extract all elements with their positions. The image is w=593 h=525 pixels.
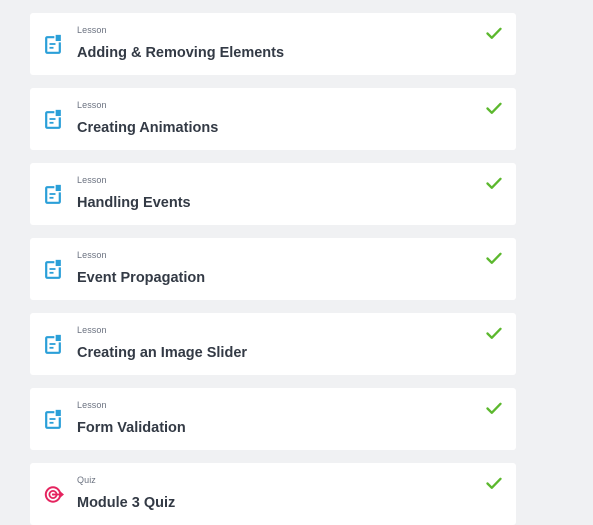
lesson-document-icon [44,108,64,130]
lesson-item-creating-image-slider[interactable]: Lesson Creating an Image Slider [30,313,516,375]
check-icon [486,252,502,265]
lesson-item-handling-events[interactable]: Lesson Handling Events [30,163,516,225]
item-title: Form Validation [77,420,186,436]
lesson-item-adding-removing-elements[interactable]: Lesson Adding & Removing Elements [30,13,516,75]
lesson-item-creating-animations[interactable]: Lesson Creating Animations [30,88,516,150]
lesson-document-icon [44,333,64,355]
item-title: Event Propagation [77,270,206,286]
check-icon [486,327,502,340]
lesson-document-icon [44,33,64,55]
lesson-item-event-propagation[interactable]: Lesson Event Propagation [30,238,516,300]
item-title: Handling Events [77,195,191,211]
item-title: Module 3 Quiz [77,495,176,511]
item-type-label: Lesson [77,175,107,185]
lesson-document-icon [44,258,64,280]
check-icon [486,177,502,190]
item-type-label: Lesson [77,25,107,35]
lesson-document-icon [44,183,64,205]
item-type-label: Lesson [77,400,107,410]
item-title: Creating Animations [77,120,219,136]
check-icon [486,402,502,415]
item-type-label: Quiz [77,475,96,485]
item-type-label: Lesson [77,325,107,335]
item-title: Adding & Removing Elements [77,45,285,61]
check-icon [486,102,502,115]
course-item-list: Lesson Adding & Removing Elements Lesson… [30,13,516,525]
check-icon [486,477,502,490]
quiz-item-module-3-quiz[interactable]: Quiz Module 3 Quiz [30,463,516,525]
quiz-target-icon [44,483,64,505]
item-title: Creating an Image Slider [77,345,248,361]
check-icon [486,27,502,40]
item-type-label: Lesson [77,100,107,110]
item-type-label: Lesson [77,250,107,260]
lesson-document-icon [44,408,64,430]
lesson-item-form-validation[interactable]: Lesson Form Validation [30,388,516,450]
